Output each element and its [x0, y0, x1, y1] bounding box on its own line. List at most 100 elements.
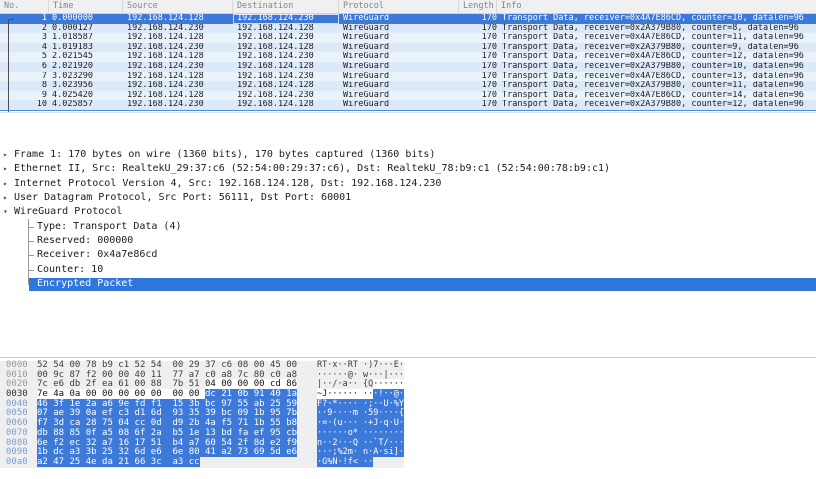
packet-destination: 192.168.124.230 [237, 91, 339, 101]
packet-time: 4.025857 [52, 100, 126, 110]
expander-icon[interactable]: ▸ [3, 177, 8, 191]
ascii-segment[interactable]: ~J······ ·· [317, 389, 373, 399]
ascii-segment[interactable]: ······ [373, 379, 404, 389]
detail-item-wireguard[interactable]: ▾WireGuard Protocol [0, 205, 816, 219]
packet-row[interactable]: 83.023956192.168.124.230192.168.124.128W… [0, 81, 816, 91]
packet-row[interactable]: 104.025857192.168.124.230192.168.124.128… [0, 100, 816, 110]
ascii-segment[interactable]: ··9····m ·59····{ [317, 408, 404, 418]
packet-info: Transport Data, receiver=0x4A7E86CD, cou… [502, 14, 816, 24]
wireshark-window: No. Time Source Destination Protocol Len… [0, 0, 816, 479]
packet-list-bottom-border [0, 110, 816, 111]
hex-byte-segment[interactable]: 00 9c 87 f2 00 00 40 11 77 a7 c0 a8 7c 8… [37, 370, 297, 380]
packet-destination: 192.168.124.128 [237, 43, 339, 53]
packet-length: 170 [455, 43, 497, 53]
ascii-segment[interactable]: ·G%N·!f< ·· [317, 457, 373, 467]
column-header-protocol[interactable]: Protocol [339, 0, 459, 13]
packet-row[interactable]: 10.000000192.168.124.128192.168.124.230W… [0, 14, 816, 24]
ascii-segment[interactable]: |··/·a·· {Q [317, 379, 373, 389]
packet-protocol: WireGuard [343, 91, 453, 101]
packet-info: Transport Data, receiver=0x4A7E86CD, cou… [502, 72, 816, 82]
packet-row[interactable]: 73.023290192.168.124.128192.168.124.230W… [0, 72, 816, 82]
column-header-source[interactable]: Source [123, 0, 233, 13]
packet-row[interactable]: 31.018587192.168.124.128192.168.124.230W… [0, 33, 816, 43]
hex-ascii: ·G%N·!f< ·· [317, 458, 373, 468]
ascii-segment[interactable]: F?·*···· ·;··U·%Y [317, 399, 404, 409]
packet-row[interactable]: 41.019183192.168.124.230192.168.124.128W… [0, 43, 816, 53]
ascii-segment[interactable]: ···;%2m· n·A·si]· [317, 447, 404, 457]
detail-field-wg-counter[interactable]: Counter: 10 [0, 263, 816, 277]
detail-item-label: Ethernet II, Src: RealtekU_29:37:c6 (52:… [14, 162, 610, 176]
ascii-segment[interactable]: ·=·(u··· ·+J·q·U· [317, 418, 404, 428]
hex-byte-segment[interactable]: 1b dc a3 3b 25 32 6d e6 6e 80 41 a2 73 6… [37, 447, 297, 457]
hex-byte-segment[interactable]: 7e 4a 0a 00 00 00 00 00 00 00 [37, 389, 205, 399]
packet-length: 170 [455, 62, 497, 72]
packet-row[interactable]: 62.021920192.168.124.230192.168.124.128W… [0, 62, 816, 72]
hex-byte-segment[interactable]: 46 3f 1e 2a a6 9e fd f1 15 3b bc 97 55 a… [37, 399, 297, 409]
detail-field-label: Receiver: 0x4a7e86cd [37, 248, 157, 262]
packet-source: 192.168.124.128 [127, 33, 233, 43]
packet-time: 4.025420 [52, 91, 126, 101]
ascii-segment[interactable]: n··2···Q ··`T/··· [317, 438, 404, 448]
hex-byte-segment[interactable]: 7c e6 db 2f ea 61 00 88 7b 51 [37, 379, 205, 389]
hex-byte-segment[interactable]: 52 54 00 78 b9 c1 52 54 00 29 37 c6 08 0… [37, 360, 297, 370]
column-header-length[interactable]: Length [459, 0, 497, 13]
hex-byte-segment[interactable]: db 88 85 0f a5 08 6f 2a b5 1e 13 bd fa e… [37, 428, 297, 438]
selected-field-highlight [29, 278, 816, 291]
ascii-segment[interactable]: ······o* ········ [317, 428, 404, 438]
packet-source: 192.168.124.128 [127, 91, 233, 101]
detail-field-wg-reserved[interactable]: Reserved: 000000 [0, 234, 816, 248]
detail-field-wg-encrypted-packet[interactable]: Encrypted Packet [0, 277, 816, 291]
ascii-segment[interactable]: ······@· w···|··· [317, 370, 404, 380]
hex-byte-segment[interactable]: 07 ae 39 0a ef c3 d1 6d 93 35 39 bc 09 1… [37, 408, 297, 418]
packet-length: 170 [455, 91, 497, 101]
packet-row[interactable]: 94.025420192.168.124.128192.168.124.230W… [0, 91, 816, 101]
detail-item-label: Internet Protocol Version 4, Src: 192.16… [14, 177, 441, 191]
packet-list-rows: 10.000000192.168.124.128192.168.124.230W… [0, 14, 816, 110]
packet-protocol: WireGuard [343, 100, 453, 110]
detail-item-ethernet[interactable]: ▸ Ethernet II, Src: RealtekU_29:37:c6 (52… [0, 162, 816, 176]
packet-protocol: WireGuard [343, 14, 453, 24]
packet-protocol: WireGuard [343, 52, 453, 62]
packet-row[interactable]: 52.021545192.168.124.128192.168.124.230W… [0, 52, 816, 62]
column-header-no[interactable]: No. [0, 0, 49, 13]
packet-time: 2.021545 [52, 52, 126, 62]
column-header-time[interactable]: Time [49, 0, 123, 13]
hex-byte-segment[interactable]: 6e f2 ec 32 a7 16 17 51 b4 a7 60 54 2f 8… [37, 438, 297, 448]
packet-protocol: WireGuard [343, 62, 453, 72]
hex-byte-segment[interactable]: 04 00 00 00 cd 86 [205, 379, 297, 389]
packet-list-header: No. Time Source Destination Protocol Len… [0, 0, 816, 14]
expander-icon[interactable]: ▾ [3, 205, 8, 219]
packet-row[interactable]: 20.000127192.168.124.230192.168.124.128W… [0, 24, 816, 34]
packet-info: Transport Data, receiver=0x2A379B80, cou… [502, 81, 816, 91]
packet-info: Transport Data, receiver=0x4A7E86CD, cou… [502, 33, 816, 43]
detail-item-ipv4[interactable]: ▸ Internet Protocol Version 4, Src: 192.1… [0, 177, 816, 191]
tree-guide-line [28, 219, 29, 285]
detail-field-wg-type[interactable]: Type: Transport Data (4) [0, 220, 816, 234]
hex-byte-segment[interactable]: dc 21 0b 91 40 1a [205, 389, 297, 399]
current-cell-outline [233, 14, 339, 24]
column-header-info[interactable]: Info [497, 0, 816, 13]
packet-time: 3.023956 [52, 81, 126, 91]
packet-destination: 192.168.124.230 [237, 72, 339, 82]
hex-offset: 00a0 [6, 458, 28, 468]
packet-time: 3.023290 [52, 72, 126, 82]
detail-item-udp[interactable]: ▸User Datagram Protocol, Src Port: 56111… [0, 191, 816, 205]
packet-protocol: WireGuard [343, 43, 453, 53]
ascii-segment[interactable]: ·!··@· [373, 389, 404, 399]
detail-item-frame[interactable]: ▸Frame 1: 170 bytes on wire (1360 bits),… [0, 148, 816, 162]
hex-byte-segment[interactable]: a2 47 25 4e da 21 66 3c a3 cc [37, 457, 200, 467]
packet-destination: 192.168.124.230 [237, 52, 339, 62]
packet-length: 170 [455, 81, 497, 91]
hex-byte-segment[interactable]: f7 3d ca 28 75 04 cc 0d d9 2b 4a f5 71 1… [37, 418, 297, 428]
expander-icon[interactable]: ▸ [3, 191, 8, 205]
hex-row[interactable]: 00a0 a2 47 25 4e da 21 66 3c a3 cc ·G%N·!f… [0, 458, 404, 468]
packet-time: 0.000127 [52, 24, 126, 34]
packet-destination: 192.168.124.128 [237, 62, 339, 72]
expander-icon[interactable]: ▸ [3, 148, 8, 162]
detail-field-wg-receiver[interactable]: Receiver: 0x4a7e86cd [0, 248, 816, 262]
expander-icon[interactable]: ▸ [3, 162, 8, 176]
ascii-segment[interactable]: RT·x··RT ·)7···E· [317, 360, 404, 370]
hex-bytes: a2 47 25 4e da 21 66 3c a3 cc [37, 458, 200, 468]
column-header-destination[interactable]: Destination [233, 0, 339, 13]
packet-info: Transport Data, receiver=0x2A379B80, cou… [502, 100, 816, 110]
